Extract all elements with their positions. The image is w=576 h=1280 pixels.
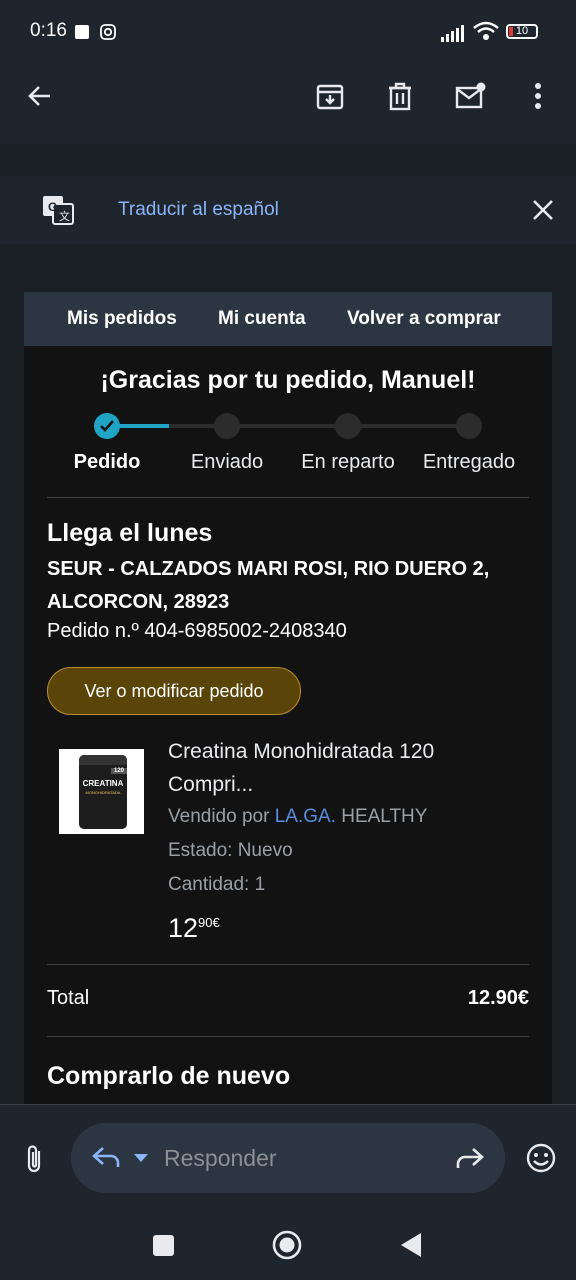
divider — [47, 497, 529, 498]
product-title-line-2: Compri... — [168, 773, 254, 796]
chevron-down-icon[interactable] — [133, 1153, 149, 1163]
reply-icon[interactable] — [91, 1145, 121, 1169]
product-seller: Vendido por LA.GA. HEALTHY — [168, 806, 427, 828]
total-value: 12.90€ — [467, 987, 529, 1009]
product-quantity: Cantidad: 1 — [168, 874, 266, 895]
step-dot-en-reparto — [335, 413, 361, 439]
back-arrow-icon[interactable] — [26, 82, 54, 110]
product-jar: CREATINA MONOHIDRATADA 120 — [79, 755, 127, 829]
buy-again-heading: Comprarlo de nuevo — [47, 1062, 291, 1090]
thank-you-heading: ¡Gracias por tu pedido, Manuel! — [100, 366, 476, 394]
svg-text:G: G — [48, 200, 57, 214]
forward-icon[interactable] — [455, 1146, 485, 1170]
signal-icon — [441, 25, 464, 42]
product-image[interactable]: CREATINA MONOHIDRATADA 120 — [59, 749, 144, 834]
instagram-icon — [100, 24, 116, 40]
translate-icon: G 文 — [43, 196, 74, 225]
modify-order-button[interactable]: Ver o modificar pedido — [47, 667, 301, 715]
address-line-1: SEUR - CALZADOS MARI ROSI, RIO DUERO 2, — [47, 558, 490, 580]
wifi-icon — [473, 21, 499, 40]
total-label: Total — [47, 987, 90, 1009]
reply-input[interactable]: Responder — [164, 1145, 277, 1172]
arrival-title: Llega el lunes — [47, 519, 213, 547]
product-condition: Estado: Nuevo — [168, 840, 293, 861]
translate-link[interactable]: Traducir al español — [118, 199, 279, 221]
nav-link-volver-a-comprar[interactable]: Volver a comprar — [347, 308, 501, 330]
battery-icon: 10 — [506, 24, 538, 39]
battery-level: 10 — [515, 25, 529, 37]
seller-rest: HEALTHY — [335, 806, 428, 827]
step-dot-entregado — [456, 413, 482, 439]
step-label-enviado: Enviado — [190, 451, 264, 473]
step-dot-pedido — [94, 413, 120, 439]
back-nav-icon[interactable] — [400, 1232, 422, 1258]
svg-text:文: 文 — [59, 209, 70, 223]
nav-link-mi-cuenta[interactable]: Mi cuenta — [218, 308, 306, 330]
delivery-address: SEUR - CALZADOS MARI ROSI, RIO DUERO 2, … — [47, 553, 537, 619]
delete-icon[interactable] — [386, 82, 414, 112]
product-price: 1290€ — [168, 913, 220, 944]
price-whole: 12 — [168, 913, 199, 943]
nav-link-mis-pedidos[interactable]: Mis pedidos — [67, 308, 177, 330]
product-title-line-1: Creatina Monohidratada 120 — [168, 740, 435, 763]
mark-unread-icon[interactable] — [455, 82, 487, 110]
product-jar-sub: MONOHIDRATADA — [85, 790, 121, 795]
seller-link[interactable]: LA.GA. — [275, 806, 336, 827]
step-label-pedido: Pedido — [73, 451, 141, 473]
product-jar-badge: 120 — [111, 768, 127, 774]
step-label-entregado: Entregado — [422, 451, 516, 473]
more-vert-icon[interactable] — [532, 82, 544, 112]
order-number: Pedido n.º 404-6985002-2408340 — [47, 620, 347, 642]
address-line-2: ALCORCON, 28923 — [47, 591, 230, 613]
recents-icon[interactable] — [153, 1235, 174, 1256]
step-label-en-reparto: En reparto — [301, 451, 395, 473]
status-time: 0:16 — [30, 20, 67, 41]
translate-banner — [0, 176, 576, 244]
close-icon[interactable] — [532, 199, 554, 221]
notification-icon — [75, 25, 89, 39]
divider — [47, 964, 529, 965]
attach-icon[interactable] — [22, 1142, 46, 1176]
step-dot-enviado — [214, 413, 240, 439]
seller-prefix: Vendido por — [168, 806, 275, 827]
home-icon[interactable] — [272, 1230, 302, 1260]
product-title[interactable]: Creatina Monohidratada 120 Compri... — [168, 735, 498, 801]
app-bar — [0, 64, 576, 144]
divider — [47, 1036, 529, 1037]
price-fraction: 90€ — [198, 915, 220, 930]
emoji-icon[interactable] — [526, 1143, 556, 1173]
check-icon — [100, 420, 114, 432]
archive-icon[interactable] — [315, 82, 345, 112]
product-jar-brand: CREATINA — [82, 779, 124, 788]
